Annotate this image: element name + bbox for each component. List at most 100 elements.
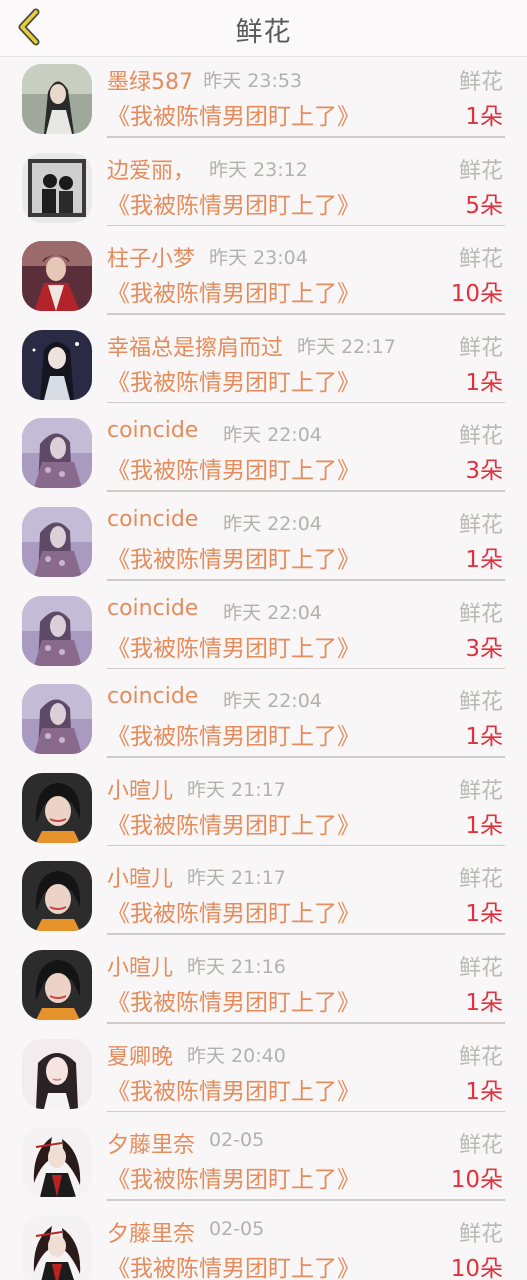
gift-type-label: 鲜花 — [458, 424, 503, 450]
gift-type-label: 鲜花 — [458, 158, 503, 184]
gift-count: 3朵 — [465, 458, 503, 485]
avatar[interactable] — [22, 507, 92, 577]
avatar[interactable] — [22, 595, 92, 666]
list-item[interactable]: 柱子小梦 昨天 23:04 鲜花 《我被陈情男团盯上了》 10朵 — [0, 233, 527, 322]
username[interactable]: 小暄儿 — [107, 861, 173, 893]
username[interactable]: 小暄儿 — [107, 950, 173, 982]
username[interactable]: 幸福总是擦肩而过 — [107, 330, 283, 362]
gift-type-label: 鲜花 — [458, 956, 503, 981]
book-title-link[interactable]: 《我被陈情男团盯上了》 — [107, 363, 360, 397]
gift-count: 10朵 — [450, 1255, 503, 1280]
list-item[interactable]: 夕藤里奈 02-05 鲜花《我被陈情男团盯上了》 10朵 — [0, 1208, 527, 1280]
top-bar: 鲜花 — [0, 0, 527, 57]
gift-type-label: 鲜花 — [458, 70, 503, 95]
gift-type-label: 鲜花 — [458, 690, 503, 716]
avatar[interactable] — [22, 241, 92, 312]
avatar[interactable] — [22, 950, 92, 1020]
divider — [107, 756, 505, 758]
gift-type-label: 鲜花 — [458, 778, 503, 804]
gift-type-label: 鲜花 — [458, 513, 503, 538]
list-item[interactable]: coincide 昨天 22:04 鲜花《我被陈情男团盯上了》 1朵 — [0, 499, 527, 588]
divider — [107, 1199, 505, 1201]
book-title-link[interactable]: 《我被陈情男团盯上了》 — [107, 97, 360, 131]
divider — [107, 844, 505, 847]
timestamp: 昨天 22:04 — [223, 513, 322, 535]
username[interactable]: coincide — [107, 507, 198, 532]
list-item[interactable]: 小暄儿 昨天 21:16 鲜花《我被陈情男团盯上了》 1朵 — [0, 942, 527, 1031]
book-title-link[interactable]: 《我被陈情男团盯上了》 — [107, 451, 360, 485]
username[interactable]: 夏卿晚 — [107, 1039, 173, 1071]
list-item[interactable]: coincide 昨天 22:04 鲜花《我被陈情男团盯上了》 1朵 — [0, 676, 527, 765]
gift-count: 1朵 — [465, 547, 503, 573]
divider — [107, 313, 505, 315]
username[interactable]: 小暄儿 — [107, 773, 173, 805]
gift-count: 1朵 — [465, 812, 503, 839]
list-item[interactable]: coincide 昨天 22:04 鲜花《我被陈情男团盯上了》 3朵 — [0, 410, 527, 499]
avatar[interactable] — [22, 861, 92, 932]
avatar[interactable] — [22, 329, 92, 400]
username[interactable]: coincide — [107, 418, 198, 443]
gift-type-label: 鲜花 — [458, 1133, 503, 1159]
book-title-link[interactable]: 《我被陈情男团盯上了》 — [107, 629, 360, 663]
gift-count: 1朵 — [465, 990, 503, 1016]
book-title-link[interactable]: 《我被陈情男团盯上了》 — [107, 717, 360, 751]
gift-count: 10朵 — [450, 1167, 503, 1194]
divider — [107, 490, 505, 492]
avatar[interactable] — [22, 152, 92, 223]
gift-type-label: 鲜花 — [458, 1221, 503, 1247]
username[interactable]: 边爱丽， — [107, 153, 195, 185]
gift-count: 1朵 — [465, 901, 503, 928]
divider — [107, 136, 505, 138]
timestamp: 昨天 21:16 — [187, 956, 286, 978]
avatar[interactable] — [22, 418, 92, 489]
divider — [107, 224, 505, 227]
username[interactable]: 墨绿587 — [107, 64, 193, 96]
gift-type-label: 鲜花 — [458, 1044, 503, 1070]
username[interactable]: 柱子小梦 — [107, 241, 195, 273]
list-item[interactable]: 幸福总是擦肩而过 昨天 22:17 鲜花 《我被陈情男团盯上了》 1朵 — [0, 322, 527, 411]
timestamp: 昨天 23:04 — [209, 247, 308, 270]
timestamp: 昨天 22:04 — [223, 424, 322, 447]
username[interactable]: coincide — [107, 684, 198, 709]
book-title-link[interactable]: 《我被陈情男团盯上了》 — [107, 983, 360, 1017]
book-title-link[interactable]: 《我被陈情男团盯上了》 — [107, 1160, 360, 1194]
avatar[interactable] — [22, 1127, 92, 1198]
list-item[interactable]: 夕藤里奈 02-05 鲜花 《我被陈情男团盯上了》 10朵 — [0, 1119, 527, 1208]
gift-count: 1朵 — [465, 724, 503, 751]
book-title-link[interactable]: 《我被陈情男团盯上了》 — [107, 540, 360, 574]
book-title-link[interactable]: 《我被陈情男团盯上了》 — [107, 274, 360, 308]
gift-count: 3朵 — [465, 635, 503, 662]
gift-count: 10朵 — [450, 281, 503, 308]
divider — [107, 401, 505, 404]
list-item[interactable]: 边爱丽， 昨天 23:12 鲜花《我被陈情男团盯上了》 5朵 — [0, 145, 527, 234]
book-title-link[interactable]: 《我被陈情男团盯上了》 — [107, 806, 360, 840]
divider — [107, 1022, 505, 1024]
list-item[interactable]: 夏卿晚 昨天 20:40 鲜花 《我被陈情男团盯上了》 1朵 — [0, 1031, 527, 1120]
avatar[interactable] — [22, 1038, 92, 1109]
avatar[interactable] — [22, 684, 92, 755]
avatar[interactable] — [22, 1215, 92, 1280]
avatar[interactable] — [22, 772, 92, 843]
book-title-link[interactable]: 《我被陈情男团盯上了》 — [107, 894, 360, 928]
divider — [107, 667, 505, 670]
book-title-link[interactable]: 《我被陈情男团盯上了》 — [107, 1249, 360, 1280]
list-item[interactable]: 小暄儿 昨天 21:17 鲜花 《我被陈情男团盯上了》 1朵 — [0, 765, 527, 854]
divider — [107, 933, 505, 935]
username[interactable]: 夕藤里奈 — [107, 1216, 195, 1248]
list-item[interactable]: 小暄儿 昨天 21:17 鲜花 《我被陈情男团盯上了》 1朵 — [0, 853, 527, 942]
gift-record-list[interactable]: 墨绿587 昨天 23:53 鲜花 《我被陈情男团盯上了》 1朵 边爱丽， 昨天 23:12… — [0, 57, 527, 1280]
username[interactable]: 夕藤里奈 — [107, 1127, 195, 1159]
avatar[interactable] — [22, 64, 92, 134]
username[interactable]: coincide — [107, 596, 198, 621]
list-item[interactable]: 墨绿587 昨天 23:53 鲜花 《我被陈情男团盯上了》 1朵 — [0, 57, 527, 145]
gift-count: 5朵 — [465, 192, 503, 219]
timestamp: 昨天 22:04 — [223, 690, 322, 713]
timestamp: 昨天 23:12 — [209, 158, 308, 181]
list-item[interactable]: coincide 昨天 22:04 鲜花 《我被陈情男团盯上了》 3朵 — [0, 588, 527, 677]
book-title-link[interactable]: 《我被陈情男团盯上了》 — [107, 1072, 360, 1106]
timestamp: 02-05 — [209, 1217, 265, 1240]
book-title-link[interactable]: 《我被陈情男团盯上了》 — [107, 186, 360, 220]
gift-type-label: 鲜花 — [458, 335, 503, 361]
timestamp: 昨天 20:40 — [187, 1044, 286, 1067]
gift-count: 1朵 — [465, 104, 503, 130]
